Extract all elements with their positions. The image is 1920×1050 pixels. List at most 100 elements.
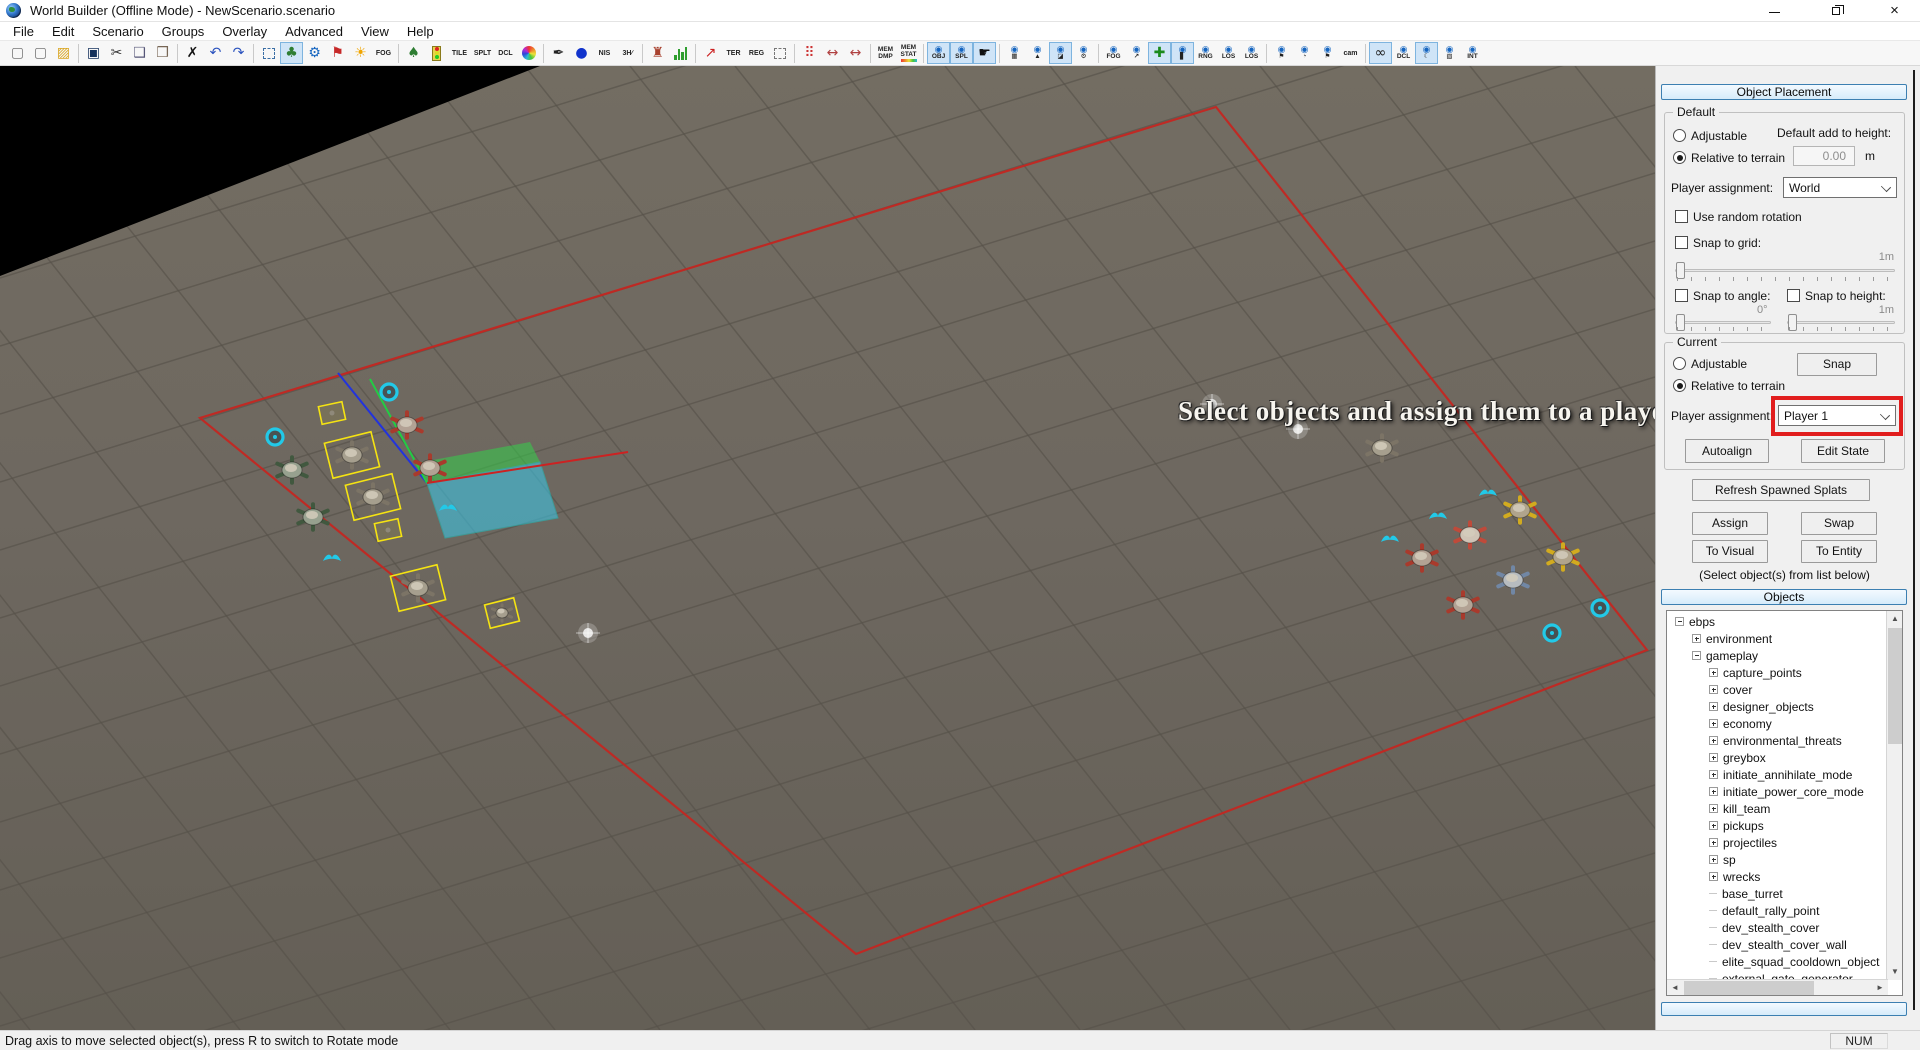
- to-entity-button[interactable]: To Entity: [1801, 540, 1877, 563]
- cut-icon[interactable]: ✂: [105, 42, 128, 64]
- binoculars-icon[interactable]: ∞: [1369, 42, 1392, 64]
- tree-item-wrecks[interactable]: wrecks: [1667, 868, 1885, 885]
- snap-angle-slider[interactable]: [1675, 314, 1771, 331]
- tree-item-ebps[interactable]: ebps: [1667, 613, 1885, 630]
- tree-item-dev_stealth_cover[interactable]: dev_stealth_cover: [1667, 919, 1885, 936]
- marker-disc[interactable]: [265, 427, 285, 447]
- tree-horizontal-scrollbar[interactable]: ◄ ►: [1667, 979, 1888, 995]
- collapsed-panel-header[interactable]: [1661, 1002, 1907, 1016]
- toggle-splat-preview-icon[interactable]: ◉ ▲: [1026, 42, 1049, 64]
- toggle-intel-icon[interactable]: ◉ INT: [1461, 42, 1484, 64]
- snap-grid-checkbox[interactable]: [1675, 236, 1688, 249]
- viewport-canvas[interactable]: [0, 66, 1655, 1030]
- toggle-night-icon[interactable]: ◉ ☾: [1415, 42, 1438, 64]
- expand-icon[interactable]: [1709, 770, 1718, 779]
- default-relative-radio[interactable]: [1673, 151, 1686, 164]
- tile-mode-icon[interactable]: TILE: [448, 42, 471, 64]
- toggle-los-b-icon[interactable]: ◉ LOS: [1240, 42, 1263, 64]
- terrain-mode-icon[interactable]: TER: [722, 42, 745, 64]
- hand-select-icon[interactable]: ☛: [973, 42, 996, 64]
- toggle-los-a-icon[interactable]: ◉ LOS: [1217, 42, 1240, 64]
- expand-icon[interactable]: [1709, 753, 1718, 762]
- random-rotation-checkbox[interactable]: [1675, 210, 1688, 223]
- marker-disc[interactable]: [379, 382, 399, 402]
- tree-item-sp[interactable]: sp: [1667, 851, 1885, 868]
- restore-button[interactable]: [1814, 0, 1859, 22]
- decal-mode-icon[interactable]: DCL: [494, 42, 517, 64]
- save-icon[interactable]: ▣: [82, 42, 105, 64]
- toggle-flag-a-icon[interactable]: ◉ ⚑: [1270, 42, 1293, 64]
- selection-box-small[interactable]: [373, 517, 403, 543]
- expand-icon[interactable]: [1709, 736, 1718, 745]
- tree-item-initiate_power_core_mode[interactable]: initiate_power_core_mode: [1667, 783, 1885, 800]
- edit-state-button[interactable]: Edit State: [1801, 439, 1885, 463]
- expand-icon[interactable]: [1709, 668, 1718, 677]
- delete-icon[interactable]: ✗: [181, 42, 204, 64]
- color-picker-icon[interactable]: [517, 42, 540, 64]
- close-button[interactable]: ×: [1872, 0, 1917, 22]
- unit-crab-gray[interactable]: [323, 430, 381, 480]
- unit-crab-red[interactable]: [1405, 543, 1439, 573]
- vertical-scroll-thumb[interactable]: [1888, 628, 1902, 744]
- traffic-light-icon[interactable]: [425, 42, 448, 64]
- settings-gear-icon[interactable]: ⚙: [303, 42, 326, 64]
- toggle-jump-vis-icon[interactable]: ◉ ↗: [1125, 42, 1148, 64]
- unit-crab-red[interactable]: [1446, 590, 1480, 620]
- toggle-checker-icon[interactable]: ◉ ▦: [1003, 42, 1026, 64]
- default-player-assignment-combo[interactable]: World: [1783, 177, 1897, 198]
- swap-button[interactable]: Swap: [1801, 512, 1877, 535]
- horizontal-scroll-thumb[interactable]: [1684, 981, 1814, 995]
- menu-advanced[interactable]: Advanced: [276, 23, 352, 40]
- redo-icon[interactable]: ↷: [227, 42, 250, 64]
- expand-icon[interactable]: [1709, 787, 1718, 796]
- expand-icon[interactable]: [1709, 838, 1718, 847]
- unit-crab-green[interactable]: [296, 502, 330, 532]
- swap-left-icon[interactable]: ↔: [821, 42, 844, 64]
- unit-crab-blue[interactable]: [1496, 565, 1530, 595]
- mem-dump-icon[interactable]: MEM DMP: [874, 42, 897, 64]
- tree-item-kill_team[interactable]: kill_team: [1667, 800, 1885, 817]
- selection-box-small[interactable]: [317, 400, 347, 426]
- tree-item-default_rally_point[interactable]: default_rally_point: [1667, 902, 1885, 919]
- objects-header[interactable]: Objects: [1661, 589, 1907, 605]
- toggle-fog-vis-icon[interactable]: ◉ FOG: [1102, 42, 1125, 64]
- collapse-icon[interactable]: [1675, 617, 1684, 626]
- unit-crab-green[interactable]: [275, 455, 309, 485]
- toggle-flag-circle-icon[interactable]: ◉ ◔: [1293, 42, 1316, 64]
- frame-select-icon[interactable]: [768, 42, 791, 64]
- refresh-spawned-splats-button[interactable]: Refresh Spawned Splats: [1692, 479, 1870, 501]
- effect-sparkle[interactable]: [576, 623, 600, 643]
- swap-right-icon[interactable]: ↔: [844, 42, 867, 64]
- toggle-paint-icon[interactable]: ◉ ▧: [1438, 42, 1461, 64]
- viewport[interactable]: Select objects and assign them to a play…: [0, 66, 1655, 1030]
- toggle-frame-blue-icon[interactable]: ◉ ◪: [1049, 42, 1072, 64]
- scroll-down-icon[interactable]: ▼: [1887, 964, 1902, 980]
- mem-stat-icon[interactable]: MEM STAT: [897, 42, 920, 64]
- menu-view[interactable]: View: [352, 23, 398, 40]
- expand-icon[interactable]: [1709, 804, 1718, 813]
- snap-height-checkbox[interactable]: [1787, 289, 1800, 302]
- unit-crab-gray[interactable]: [389, 563, 447, 613]
- nis-mode-icon[interactable]: NIS: [593, 42, 616, 64]
- new-mission-icon[interactable]: ▢: [29, 42, 52, 64]
- totem-brush-icon[interactable]: ♜: [646, 42, 669, 64]
- toggle-range-icon[interactable]: ◉ RNG: [1194, 42, 1217, 64]
- expand-icon[interactable]: [1709, 702, 1718, 711]
- toggle-splats-icon[interactable]: ◉ SPL: [950, 42, 973, 64]
- tree-item-cover[interactable]: cover: [1667, 681, 1885, 698]
- toggle-bar-icon[interactable]: ◉ ▋: [1171, 42, 1194, 64]
- to-visual-button[interactable]: To Visual: [1692, 540, 1768, 563]
- add-entity-icon[interactable]: ✚: [1148, 42, 1171, 64]
- default-adjustable-radio[interactable]: [1673, 129, 1686, 142]
- marker-disc[interactable]: [1542, 623, 1562, 643]
- autoalign-button[interactable]: Autoalign: [1685, 439, 1769, 463]
- stats-bars-icon[interactable]: [669, 42, 692, 64]
- unit-crab-redw[interactable]: [1453, 520, 1487, 550]
- expand-icon[interactable]: [1709, 872, 1718, 881]
- marker-disc[interactable]: [1590, 598, 1610, 618]
- current-relative-radio[interactable]: [1673, 379, 1686, 392]
- place-objects-icon[interactable]: ♣: [280, 42, 303, 64]
- tree-item-environmental_threats[interactable]: environmental_threats: [1667, 732, 1885, 749]
- snap-grid-slider[interactable]: [1675, 262, 1895, 279]
- tree-item-capture_points[interactable]: capture_points: [1667, 664, 1885, 681]
